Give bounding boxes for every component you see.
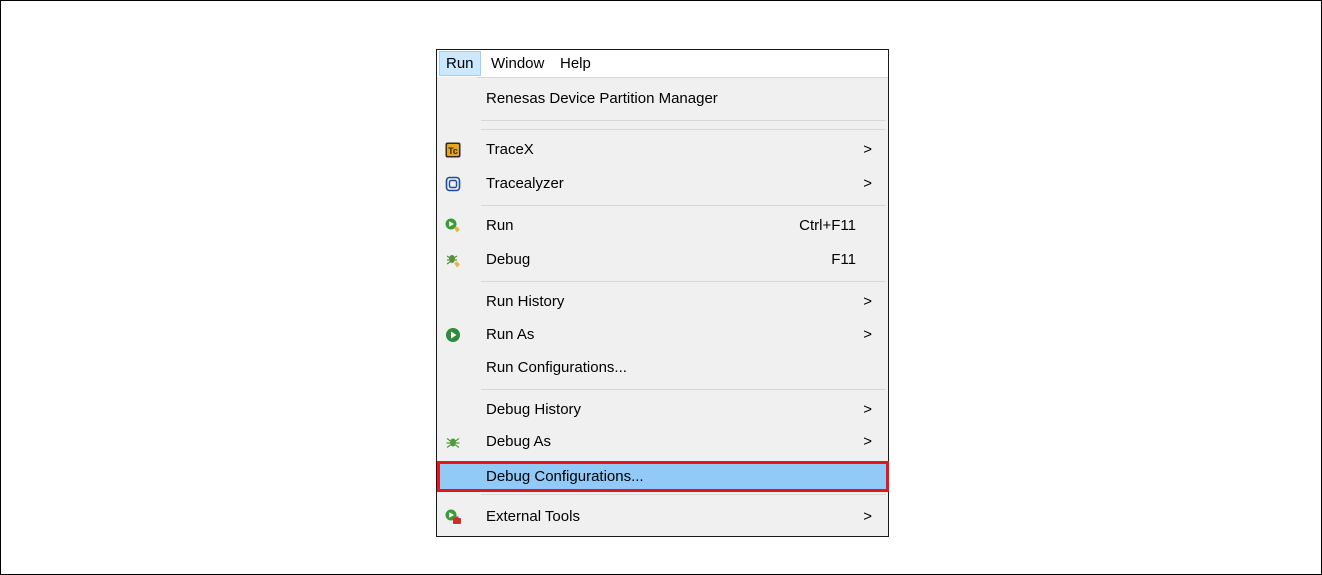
menu-item-label: Debug As <box>486 433 552 450</box>
submenu-arrow-icon: > <box>863 401 872 418</box>
menu-item-label: TraceX <box>486 141 534 158</box>
run-as-icon <box>445 327 461 343</box>
menu-item-renesas-device-partition-manager[interactable]: Renesas Device Partition Manager <box>437 84 888 114</box>
menu-item-label: External Tools <box>486 508 580 525</box>
menubar-run[interactable]: Run <box>439 51 481 76</box>
debug-icon <box>445 252 461 268</box>
menu-item-shortcut: Ctrl+F11 <box>799 217 856 234</box>
tracealyzer-icon <box>445 176 461 192</box>
menu-item-label: Renesas Device Partition Manager <box>486 90 718 107</box>
menu-item-shortcut: F11 <box>831 251 856 268</box>
menu-item-run-history[interactable]: Run History > <box>437 287 888 317</box>
menu-item-label: Run History <box>486 293 565 310</box>
highlight-box <box>437 461 889 492</box>
submenu-arrow-icon: > <box>863 175 872 192</box>
menu-item-tracex[interactable]: Tc TraceX > <box>437 135 888 165</box>
tracex-icon: Tc <box>445 142 461 158</box>
menubar-window[interactable]: Window <box>485 51 550 76</box>
menubar-help[interactable]: Help <box>554 51 597 76</box>
menu-item-run-configurations[interactable]: Run Configurations... <box>437 353 888 383</box>
menu-separator <box>481 281 886 282</box>
svg-text:Tc: Tc <box>448 146 458 156</box>
menu-item-debug-as[interactable]: Debug As > <box>437 427 888 457</box>
menu-separator <box>481 494 886 495</box>
menu-item-run[interactable]: Run Ctrl+F11 <box>437 211 888 241</box>
menu-item-label: Tracealyzer <box>486 175 564 192</box>
menu-item-label: Debug <box>486 251 531 268</box>
submenu-arrow-icon: > <box>863 433 872 450</box>
menu-item-run-as[interactable]: Run As > <box>437 320 888 350</box>
menu-item-label: Debug History <box>486 401 582 418</box>
menu-separator <box>481 120 886 121</box>
menu-separator <box>481 389 886 390</box>
menu-item-label: Run As <box>486 326 535 343</box>
menu-item-tracealyzer[interactable]: Tracealyzer > <box>437 169 888 199</box>
menu-separator <box>481 205 886 206</box>
menu-item-debug-history[interactable]: Debug History > <box>437 395 888 425</box>
run-icon <box>445 218 461 234</box>
debug-as-icon <box>445 434 461 450</box>
menu-item-label: Run <box>486 217 514 234</box>
submenu-arrow-icon: > <box>863 508 872 525</box>
submenu-arrow-icon: > <box>863 141 872 158</box>
menu-item-debug[interactable]: Debug F11 <box>437 245 888 275</box>
menu-item-label: Run Configurations... <box>486 359 627 376</box>
menu-item-external-tools[interactable]: External Tools > <box>437 502 888 532</box>
external-tools-icon <box>445 509 461 525</box>
menu-bar: Run Window Help <box>437 50 888 78</box>
submenu-arrow-icon: > <box>863 326 872 343</box>
submenu-arrow-icon: > <box>863 293 872 310</box>
menu-separator <box>481 129 886 130</box>
